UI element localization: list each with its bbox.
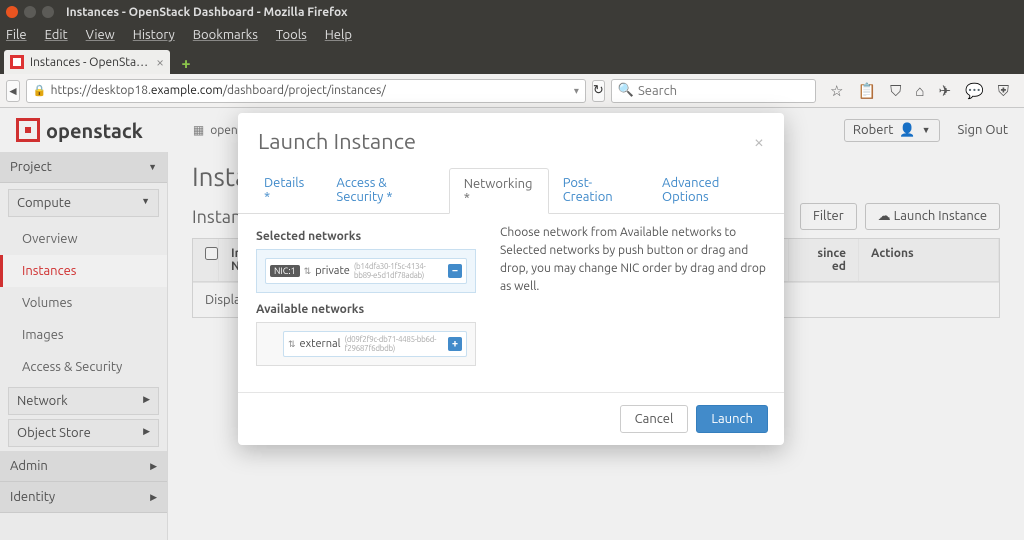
menu-history[interactable]: History	[133, 28, 175, 42]
shield-icon[interactable]: ⛨	[998, 82, 1009, 100]
browser-search-bar[interactable]: 🔍	[611, 79, 816, 103]
url-text: https://desktop18.example.com/dashboard/…	[51, 84, 386, 97]
selected-networks-box[interactable]: NIC:1 ⇅ private (b14dfa30-1f5c-4134-bb89…	[256, 249, 476, 293]
toolbar-icons: ☆ 📋 ⛉ ⌂ ✈ 💬 ⛨ ☰	[822, 82, 1024, 100]
tab-details[interactable]: Details *	[250, 168, 322, 213]
send-icon[interactable]: ✈	[938, 82, 951, 100]
networking-help-text: Choose network from Available networks t…	[500, 224, 766, 376]
dropdown-icon[interactable]: ▾	[574, 85, 579, 97]
reload-button[interactable]: ↻	[592, 80, 605, 102]
menu-bookmarks[interactable]: Bookmarks	[193, 28, 258, 42]
drag-handle-icon[interactable]: ⇅	[304, 268, 312, 275]
menu-help[interactable]: Help	[325, 28, 352, 42]
lock-icon: 🔒	[33, 84, 47, 97]
menubar: File Edit View History Bookmarks Tools H…	[0, 24, 1024, 46]
network-item-private[interactable]: NIC:1 ⇅ private (b14dfa30-1f5c-4134-bb89…	[265, 258, 467, 284]
tab-advanced-options[interactable]: Advanced Options	[648, 168, 772, 213]
page-content: openstack opensource▾ Robert 👤 ▼ Sign Ou…	[0, 108, 1024, 540]
launch-button[interactable]: Launch	[696, 405, 768, 433]
available-networks-label: Available networks	[256, 303, 476, 316]
menu-file[interactable]: File	[6, 28, 27, 42]
menu-tools[interactable]: Tools	[276, 28, 307, 42]
cancel-button[interactable]: Cancel	[620, 405, 689, 433]
selected-networks-label: Selected networks	[256, 230, 476, 243]
network-id: (d09f2f9c-db71-4485-bb6d-f29687f6dbdb)	[345, 335, 444, 353]
new-tab-button[interactable]: +	[174, 54, 198, 74]
available-networks-box[interactable]: ⇅ external (d09f2f9c-db71-4485-bb6d-f296…	[256, 322, 476, 366]
browser-navbar: ◄ 🔒 https://desktop18.example.com/dashbo…	[0, 74, 1024, 108]
home-icon[interactable]: ⌂	[915, 82, 924, 100]
modal-close-icon[interactable]: ×	[754, 132, 764, 152]
modal-title: Launch Instance	[258, 129, 416, 154]
remove-network-button[interactable]: −	[448, 264, 462, 278]
window-close-button[interactable]	[6, 6, 18, 18]
network-name: private	[315, 265, 350, 277]
modal-tabs: Details * Access & Security * Networking…	[238, 168, 784, 214]
browser-tabstrip: Instances - OpenSta… × +	[0, 46, 1024, 74]
window-minimize-button[interactable]	[24, 6, 36, 18]
search-icon: 🔍	[618, 83, 634, 98]
pocket-icon[interactable]: ⛉	[890, 82, 901, 100]
close-tab-icon[interactable]: ×	[156, 54, 164, 70]
browser-search-input[interactable]	[638, 84, 809, 98]
chat-icon[interactable]: 💬	[965, 82, 984, 100]
network-id: (b14dfa30-1f5c-4134-bb89-e5d1df78adab)	[354, 262, 444, 280]
star-icon[interactable]: ☆	[830, 82, 843, 100]
menu-edit[interactable]: Edit	[45, 28, 68, 42]
browser-tab[interactable]: Instances - OpenSta… ×	[4, 50, 170, 74]
network-name: external	[300, 338, 341, 350]
network-item-external[interactable]: ⇅ external (d09f2f9c-db71-4485-bb6d-f296…	[283, 331, 467, 357]
add-network-button[interactable]: +	[448, 337, 462, 351]
back-button[interactable]: ◄	[6, 80, 20, 102]
tab-access-security[interactable]: Access & Security *	[322, 168, 448, 213]
menu-view[interactable]: View	[86, 28, 115, 42]
url-bar[interactable]: 🔒 https://desktop18.example.com/dashboar…	[26, 79, 586, 103]
browser-tab-title: Instances - OpenSta…	[30, 56, 148, 69]
drag-handle-icon[interactable]: ⇅	[288, 341, 296, 348]
tab-networking[interactable]: Networking *	[449, 168, 549, 214]
window-title: Instances - OpenStack Dashboard - Mozill…	[66, 6, 348, 19]
tab-post-creation[interactable]: Post-Creation	[549, 168, 648, 213]
clipboard-icon[interactable]: 📋	[857, 82, 876, 100]
window-maximize-button[interactable]	[42, 6, 54, 18]
favicon-icon	[10, 55, 24, 69]
nic-badge: NIC:1	[270, 265, 300, 277]
window-titlebar: Instances - OpenStack Dashboard - Mozill…	[0, 0, 1024, 24]
launch-instance-modal: Launch Instance × Details * Access & Sec…	[238, 113, 784, 445]
